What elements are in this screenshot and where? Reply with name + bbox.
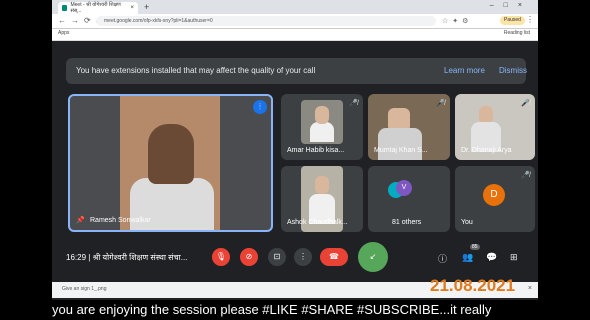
window-controls[interactable]: –□× <box>490 2 532 9</box>
screen: Meet - श्री योगेश्वरी शिक्षण संस्... × +… <box>52 0 538 320</box>
url-field[interactable]: meet.google.com/ofp-xkfs-sny?pli=1&authu… <box>96 16 436 26</box>
extension-icons[interactable]: ☆✦⚙ <box>442 17 472 25</box>
download-bar: Give an sign 1_.png 21.08.2021 × <box>52 276 538 298</box>
tab-title: Meet - श्री योगेश्वरी शिक्षण संस्... <box>70 2 121 14</box>
learn-more-link[interactable]: Learn more <box>444 58 485 84</box>
meeting-info-icon[interactable]: ⓘ <box>438 252 447 265</box>
self-avatar: D <box>483 184 505 206</box>
speaker-person <box>148 124 194 184</box>
participant-video <box>301 100 343 144</box>
mic-off-icon: 🎤̸ <box>521 172 530 179</box>
main-speaker-tile[interactable]: ⦙ 📌 Ramesh Sonwalkar <box>68 94 273 232</box>
participant-name: Ashok Chaudhalk... <box>287 219 348 226</box>
close-tab-icon[interactable]: × <box>130 5 134 11</box>
browser-menu-icon[interactable]: ⋮ <box>526 15 534 24</box>
activities-icon[interactable]: ⊞ <box>510 252 518 263</box>
subtitle-ticker: you are enjoying the session please #LIK… <box>52 300 538 320</box>
camera-off-button[interactable]: ⊘ <box>240 248 258 266</box>
speaking-indicator-icon: ⦙ <box>253 100 267 114</box>
apps-bookmark[interactable]: Apps <box>58 30 69 36</box>
pin-icon[interactable]: 📌 <box>76 216 85 224</box>
self-tile[interactable]: 🎤̸ D You <box>455 166 535 232</box>
cursor-highlight: ↙ <box>358 242 388 272</box>
profile-paused-button[interactable]: Paused <box>500 16 525 25</box>
recording-date: 21.08.2021 <box>430 276 516 295</box>
meeting-controls-bar: 16:29 | श्री योगेश्वरी शिक्षण संस्था संच… <box>52 238 538 278</box>
participant-name: Dr. Dhanaji Arya <box>461 147 512 154</box>
dismiss-button[interactable]: Dismiss <box>499 58 527 84</box>
extensions-warning-banner: You have extensions installed that may a… <box>66 58 527 84</box>
mic-off-icon: 🎤̸ <box>349 100 358 107</box>
browser-tab[interactable]: Meet - श्री योगेश्वरी शिक्षण संस्... × <box>58 2 138 14</box>
reading-list-button[interactable]: Reading list <box>504 30 530 36</box>
browser-tab-bar: Meet - श्री योगेश्वरी शिक्षण संस्... × +… <box>52 0 538 14</box>
others-count: 81 others <box>392 219 422 226</box>
participant-tile[interactable]: 🎤̸ Mumtaj Khan S... <box>368 94 450 160</box>
meeting-time: 16:29 | श्री योगेश्वरी शिक्षण संस्था संच… <box>66 253 188 262</box>
participant-tile[interactable]: 🎤̸ Amar Habib kisa... <box>281 94 363 160</box>
participant-tile[interactable]: Ashok Chaudhalk... <box>281 166 363 232</box>
address-bar: ←→⟳⌂ meet.google.com/ofp-xkfs-sny?pli=1&… <box>52 14 538 29</box>
present-button[interactable]: ⊡ <box>268 248 286 266</box>
meet-favicon-icon <box>62 5 68 11</box>
participant-avatar: V <box>396 180 412 196</box>
leave-call-button[interactable]: ☎ <box>320 248 348 266</box>
mic-off-button[interactable]: 🎙 <box>212 248 230 266</box>
chat-icon[interactable]: 💬 <box>486 252 497 263</box>
participant-tile[interactable]: 🎤̸ Dr. Dhanaji Arya <box>455 94 535 160</box>
participant-name: You <box>461 219 473 226</box>
close-download-bar-icon[interactable]: × <box>528 285 532 292</box>
new-tab-icon[interactable]: + <box>144 2 149 12</box>
people-count-badge: 85 <box>470 244 480 250</box>
video-frame-right <box>538 0 590 320</box>
bookmarks-bar: Apps Reading list <box>52 29 538 41</box>
video-frame-left <box>0 0 52 320</box>
participant-name: Ramesh Sonwalkar <box>90 217 151 224</box>
banner-message: You have extensions installed that may a… <box>76 66 316 75</box>
others-tile[interactable]: V 81 others <box>368 166 450 232</box>
participant-name: Mumtaj Khan S... <box>374 147 428 154</box>
download-item[interactable]: Give an sign 1_.png <box>62 286 106 292</box>
participant-name: Amar Habib kisa... <box>287 147 345 154</box>
mic-off-icon: 🎤̸ <box>521 100 530 107</box>
more-options-button[interactable]: ⋮ <box>294 248 312 266</box>
mic-off-icon: 🎤̸ <box>436 100 445 107</box>
people-icon[interactable]: 👥 <box>462 252 473 263</box>
